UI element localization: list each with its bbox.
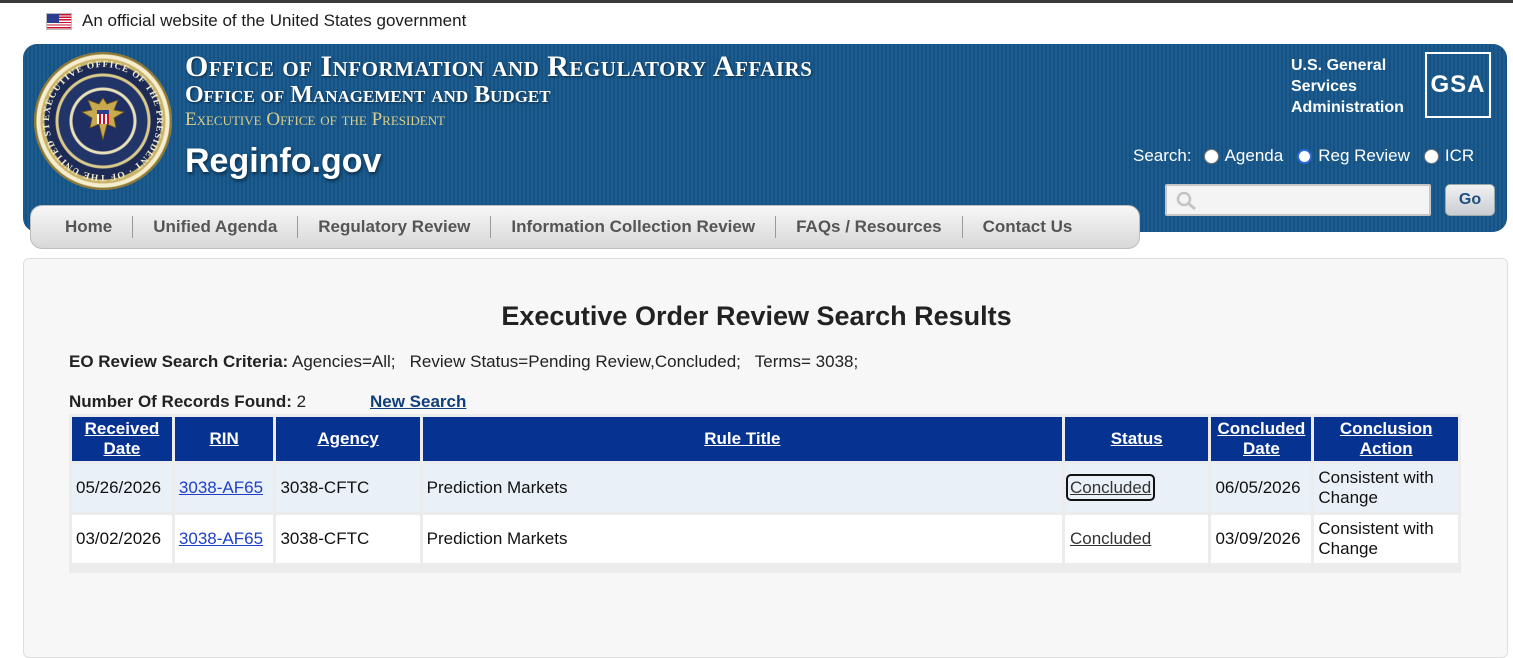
gsa-label[interactable]: U.S. General Services Administration (1291, 55, 1431, 118)
cell-received-date: 03/02/2026 (72, 515, 172, 563)
radio-reg-review-label: Reg Review (1318, 146, 1410, 165)
gsa-logo-icon[interactable]: GSA (1425, 52, 1491, 118)
header-received-date[interactable]: Received Date (72, 417, 172, 461)
radio-icr[interactable] (1423, 148, 1439, 164)
header-status[interactable]: Status (1064, 417, 1209, 461)
cell-rin: 3038-AF65 (174, 464, 274, 512)
search-criteria: EO Review Search Criteria: Agencies=All;… (69, 352, 858, 372)
nav-regulatory-review[interactable]: Regulatory Review (298, 216, 492, 238)
search-icon (1176, 191, 1196, 211)
records-count: 2 (296, 392, 307, 411)
cell-conclusion-action: Consistent with Change (1314, 464, 1458, 512)
header-conclusion-action[interactable]: Conclusion Action (1314, 417, 1458, 461)
org-title: Office of Information and Regulatory Aff… (185, 50, 812, 131)
cell-concluded-date: 06/05/2026 (1211, 464, 1312, 512)
table-footer-spacer (72, 566, 1458, 570)
header-agency[interactable]: Agency (276, 417, 420, 461)
header-rin[interactable]: RIN (174, 417, 274, 461)
nav-home[interactable]: Home (51, 216, 134, 238)
org-title-line3: Executive Office of the President (185, 109, 445, 130)
search-type-selector: Search: Agenda Reg Review ICR (1133, 146, 1488, 166)
search-input[interactable] (1165, 184, 1431, 216)
eop-seal-icon: EXECUTIVE OFFICE OF THE PRESIDENT · OF T… (34, 52, 172, 190)
org-title-line1: Office of Information and Regulatory Aff… (185, 50, 813, 83)
radio-reg-review[interactable] (1297, 148, 1313, 164)
nav-information-collection-review[interactable]: Information Collection Review (491, 216, 777, 238)
site-header: EXECUTIVE OFFICE OF THE PRESIDENT · OF T… (23, 44, 1507, 232)
rin-link[interactable]: 3038-AF65 (179, 478, 263, 497)
radio-agenda-label: Agenda (1224, 146, 1284, 165)
cell-rule-title: Prediction Markets (422, 515, 1062, 563)
cell-agency: 3038-CFTC (276, 515, 420, 563)
criteria-label: EO Review Search Criteria: (69, 352, 289, 371)
status-link[interactable]: Concluded (1065, 474, 1156, 501)
search-option-agenda[interactable]: Agenda (1203, 146, 1284, 166)
gov-banner: An official website of the United States… (46, 10, 466, 32)
table-row: 05/26/2026 3038-AF65 3038-CFTC Predictio… (72, 464, 1458, 512)
gsa-label-line3: Administration (1291, 99, 1404, 116)
nav-faqs-resources[interactable]: FAQs / Resources (776, 216, 963, 238)
gsa-label-line2: Services (1291, 78, 1357, 95)
cell-status: Concluded (1064, 464, 1209, 512)
status-link[interactable]: Concluded (1069, 528, 1152, 549)
header-rule-title[interactable]: Rule Title (422, 417, 1062, 461)
nav-contact-us[interactable]: Contact Us (963, 216, 1093, 238)
us-flag-icon (46, 12, 72, 30)
cell-rin: 3038-AF65 (174, 515, 274, 563)
cell-rule-title: Prediction Markets (422, 464, 1062, 512)
main-nav: Home Unified Agenda Regulatory Review In… (30, 205, 1140, 249)
gsa-label-line1: U.S. General (1291, 57, 1387, 74)
radio-agenda[interactable] (1203, 148, 1219, 164)
criteria-value: Agencies=All; Review Status=Pending Revi… (288, 352, 859, 371)
records-found: Number Of Records Found: 2 New Search (69, 392, 466, 412)
radio-icr-label: ICR (1444, 146, 1475, 165)
top-border-line (0, 0, 1513, 3)
table-row: 03/02/2026 3038-AF65 3038-CFTC Predictio… (72, 515, 1458, 563)
page-title: Executive Order Review Search Results (501, 301, 1012, 331)
cell-status: Concluded (1064, 515, 1209, 563)
table-header-row: Received Date RIN Agency Rule Title Statu… (72, 417, 1458, 461)
records-label: Number Of Records Found: (69, 392, 292, 411)
gov-banner-text: An official website of the United States… (82, 11, 467, 30)
new-search-link[interactable]: New Search (370, 392, 466, 412)
search-label: Search: (1133, 146, 1192, 165)
nav-unified-agenda[interactable]: Unified Agenda (133, 216, 299, 238)
org-title-line2: Office of Management and Budget (185, 82, 551, 108)
cell-agency: 3038-CFTC (276, 464, 420, 512)
cell-received-date: 05/26/2026 (72, 464, 172, 512)
eagle-icon (80, 97, 126, 141)
search-option-icr[interactable]: ICR (1423, 146, 1475, 166)
results-table: Received Date RIN Agency Rule Title Statu… (69, 414, 1461, 573)
cell-concluded-date: 03/09/2026 (1211, 515, 1312, 563)
cell-conclusion-action: Consistent with Change (1314, 515, 1458, 563)
rin-link[interactable]: 3038-AF65 (179, 529, 263, 548)
header-concluded-date[interactable]: Concluded Date (1211, 417, 1312, 461)
search-option-reg-review[interactable]: Reg Review (1297, 146, 1410, 166)
site-name-link[interactable]: Reginfo.gov (185, 142, 381, 181)
go-button[interactable]: Go (1445, 184, 1495, 216)
